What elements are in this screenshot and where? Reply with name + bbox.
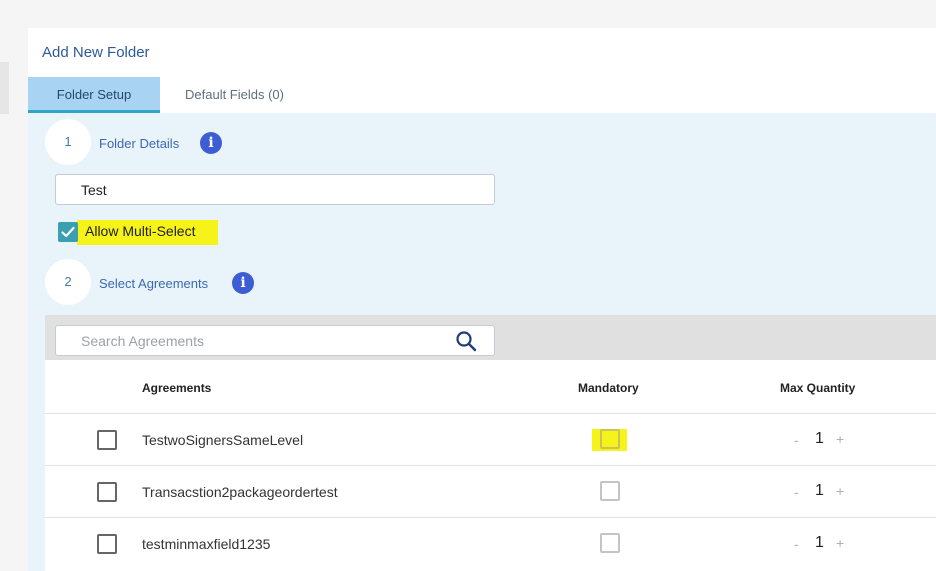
agreements-table: Agreements Mandatory Max Quantity Testwo… [45, 315, 936, 571]
multi-select-label: Allow Multi-Select [85, 223, 196, 239]
qty-value: 1 [815, 534, 824, 551]
agreement-name: Transacstion2packageordertest [142, 484, 338, 500]
search-bar [45, 315, 936, 360]
search-icon[interactable] [455, 330, 477, 352]
agreement-name: testminmaxfield1235 [142, 536, 271, 552]
qty-value: 1 [815, 482, 824, 499]
column-header-max-quantity: Max Quantity [780, 381, 856, 395]
qty-increment-button[interactable]: + [836, 483, 844, 499]
mandatory-checkbox[interactable] [600, 429, 620, 449]
folder-setup-content: 1 Folder Details i Allow Multi-Select 2 … [28, 113, 936, 571]
top-bar [0, 0, 936, 28]
mandatory-checkbox[interactable] [600, 481, 620, 501]
row-select-checkbox[interactable] [97, 430, 117, 450]
folder-name-input[interactable] [55, 174, 495, 205]
qty-increment-button[interactable]: + [836, 535, 844, 551]
row-select-checkbox[interactable] [97, 534, 117, 554]
table-row: TestwoSignersSameLevel - 1 + [45, 413, 936, 465]
agreement-name: TestwoSignersSameLevel [142, 432, 304, 448]
step-2-label: Select Agreements [99, 276, 209, 291]
step-1-label: Folder Details [99, 136, 180, 151]
tab-folder-setup[interactable]: Folder Setup [28, 77, 160, 113]
step-2-circle: 2 [45, 259, 91, 305]
qty-increment-button[interactable]: + [836, 431, 844, 447]
column-header-mandatory: Mandatory [578, 381, 639, 395]
qty-decrement-button[interactable]: - [794, 432, 799, 448]
mandatory-checkbox[interactable] [600, 533, 620, 553]
table-row: Transacstion2packageordertest - 1 + [45, 465, 936, 517]
left-sidebar-stub [0, 62, 9, 114]
add-folder-panel: Add New Folder Folder Setup Default Fiel… [28, 28, 936, 571]
info-icon[interactable]: i [200, 132, 222, 154]
row-select-checkbox[interactable] [97, 482, 117, 502]
info-icon[interactable]: i [232, 272, 254, 294]
multi-select-checkbox[interactable] [58, 222, 78, 242]
check-icon [61, 226, 75, 238]
panel-title: Add New Folder [42, 44, 150, 61]
table-row: testminmaxfield1235 - 1 + [45, 517, 936, 569]
search-agreements-input[interactable] [55, 325, 495, 356]
qty-decrement-button[interactable]: - [794, 484, 799, 500]
tab-bar: Folder Setup Default Fields (0) [28, 77, 936, 113]
qty-decrement-button[interactable]: - [794, 536, 799, 552]
step-1-circle: 1 [45, 119, 91, 165]
qty-value: 1 [815, 430, 824, 447]
tab-default-fields[interactable]: Default Fields (0) [160, 77, 309, 113]
column-header-agreements: Agreements [142, 381, 212, 395]
